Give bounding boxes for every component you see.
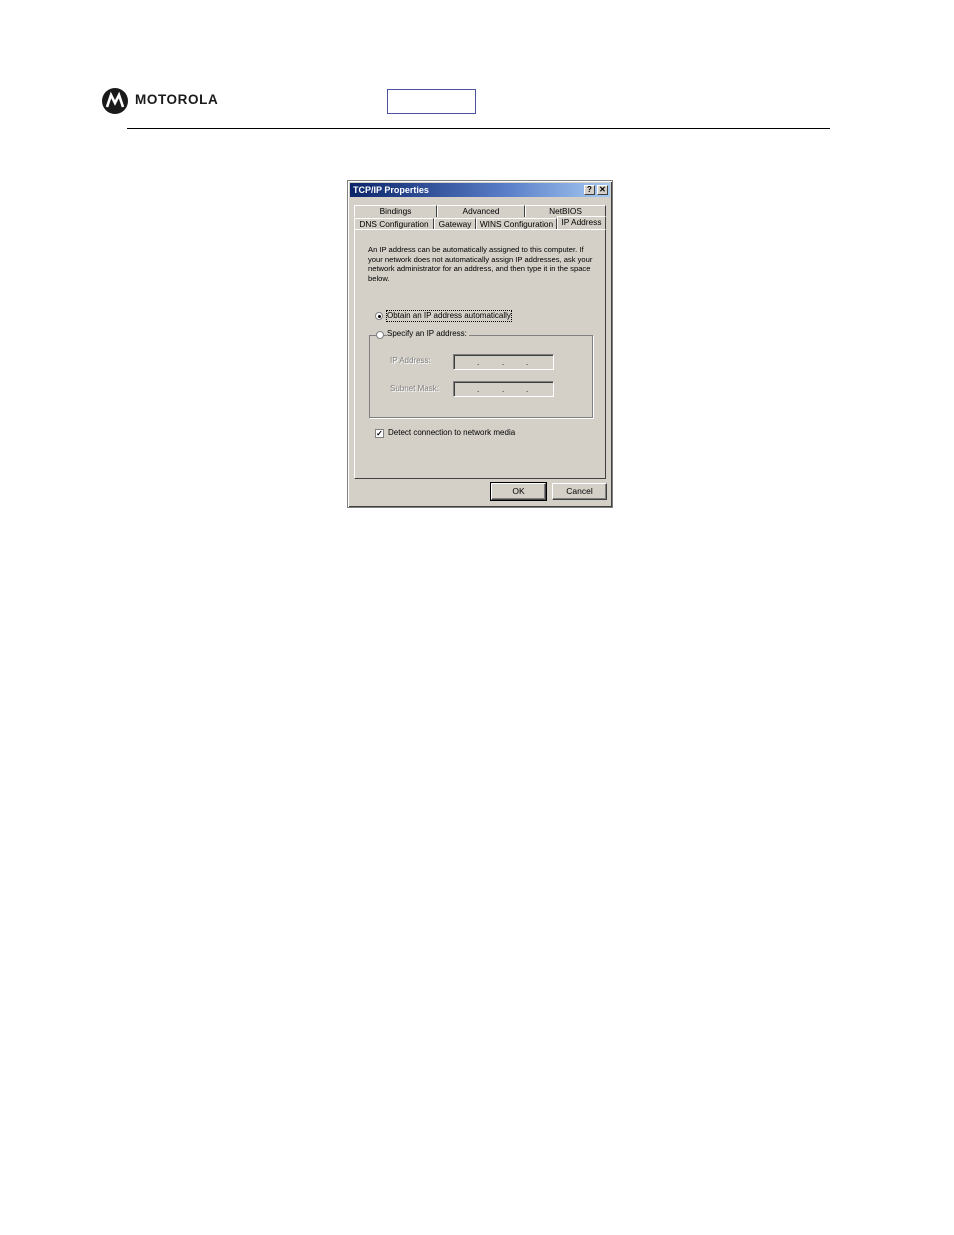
tab-advanced[interactable]: Advanced xyxy=(437,205,525,217)
cancel-button[interactable]: Cancel xyxy=(552,483,607,500)
radio-selected-dot xyxy=(378,315,381,318)
obtain-auto-radio[interactable] xyxy=(375,312,383,320)
subnet-mask-label: Subnet Mask: xyxy=(390,384,439,393)
ip-address-field[interactable]: . . . xyxy=(453,354,554,370)
subnet-mask-field[interactable]: . . . xyxy=(453,381,554,397)
tcpip-properties-dialog: TCP/IP Properties ? ✕ Bindings Advanced … xyxy=(347,180,613,508)
dialog-title: TCP/IP Properties xyxy=(353,185,429,195)
ok-button[interactable]: OK xyxy=(490,482,547,501)
header-divider xyxy=(127,128,830,129)
tab-ip-address[interactable]: IP Address xyxy=(557,216,606,230)
specify-ip-radio[interactable] xyxy=(376,331,384,339)
title-bar[interactable]: TCP/IP Properties ? ✕ xyxy=(350,183,610,197)
detect-connection-label[interactable]: Detect connection to network media xyxy=(388,428,515,438)
specify-ip-groupbox xyxy=(369,335,593,418)
header-box xyxy=(387,89,476,114)
close-button[interactable]: ✕ xyxy=(597,185,608,195)
specify-ip-label[interactable]: Specify an IP address: xyxy=(387,329,469,339)
description-text: An IP address can be automatically assig… xyxy=(368,245,593,283)
ip-address-label: IP Address: xyxy=(390,356,431,365)
detect-checkbox[interactable]: ✓ xyxy=(375,429,384,438)
obtain-auto-label[interactable]: Obtain an IP address automatically xyxy=(386,310,512,322)
brand-name: MOTOROLA xyxy=(135,92,219,107)
tab-bindings[interactable]: Bindings xyxy=(354,205,437,217)
motorola-logo-icon xyxy=(102,88,128,114)
help-button[interactable]: ? xyxy=(584,185,595,195)
